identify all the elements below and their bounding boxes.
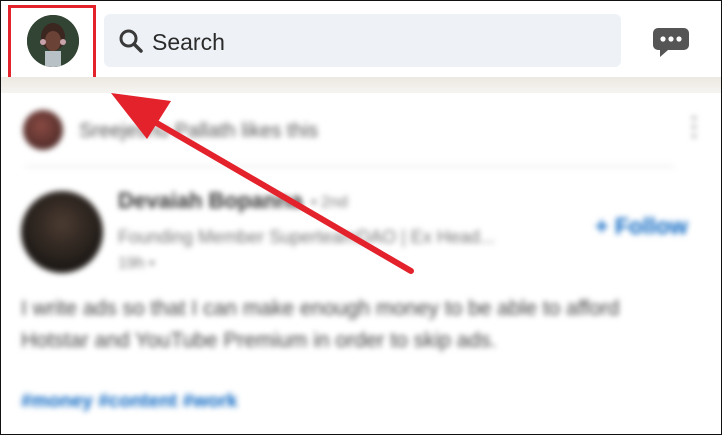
avatar-highlight-box <box>8 5 96 81</box>
activity-avatar[interactable] <box>23 110 63 150</box>
top-bar: Search <box>1 1 721 81</box>
divider <box>25 166 675 167</box>
header-divider <box>1 77 721 93</box>
author-name[interactable]: Devaiah Bopanna <box>118 188 303 214</box>
post-hashtags[interactable]: #money #content #work <box>21 391 237 413</box>
author-avatar[interactable] <box>21 191 103 273</box>
author-headline: Founding Member SuperteamDAO | Ex Head..… <box>118 227 495 247</box>
app-frame: Search Sreejeshu Pallath likes this ⋮ De… <box>0 0 722 435</box>
search-placeholder: Search <box>152 29 225 55</box>
follow-button[interactable]: + Follow <box>595 213 688 240</box>
search-bar[interactable]: Search <box>104 14 621 67</box>
more-options-icon[interactable]: ⋮ <box>681 113 707 139</box>
activity-text: Sreejeshu Pallath likes this <box>79 120 319 142</box>
post-body: I write ads so that I can make enough mo… <box>21 297 620 352</box>
search-icon <box>119 29 143 53</box>
connection-degree: • 2nd <box>311 194 348 211</box>
messaging-icon[interactable] <box>652 26 690 58</box>
feed: Sreejeshu Pallath likes this ⋮ Devaiah B… <box>1 93 721 434</box>
post-time: 19h • <box>118 255 155 272</box>
